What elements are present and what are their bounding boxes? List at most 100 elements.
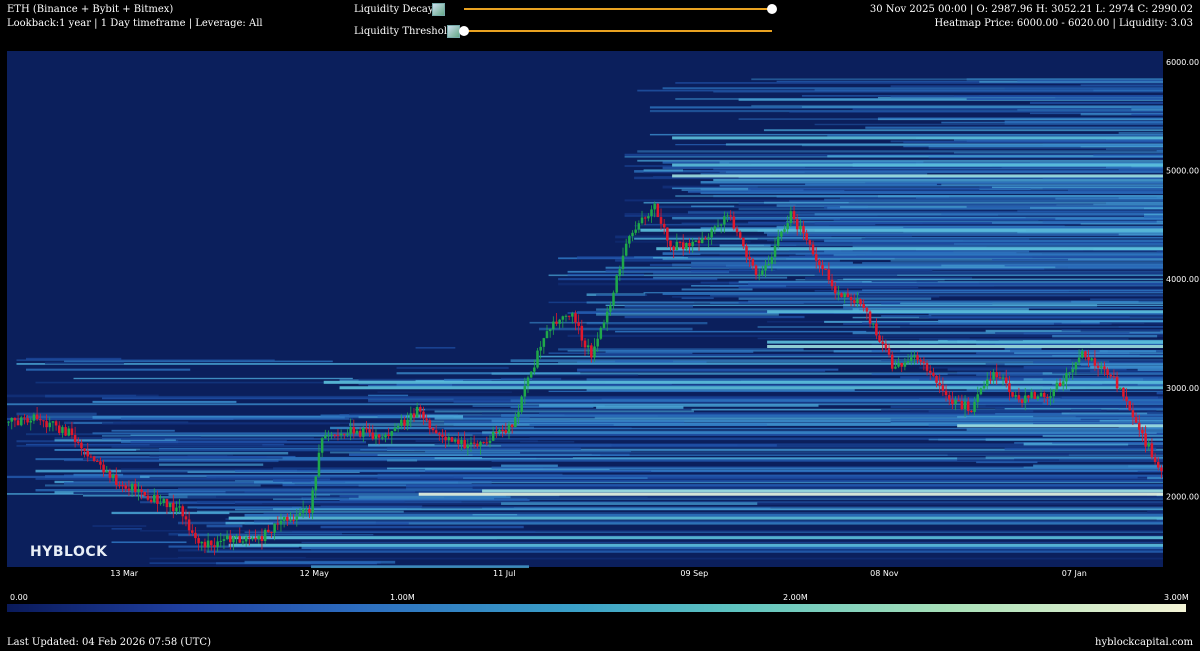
candle-body — [358, 430, 362, 437]
candle-body — [1115, 376, 1119, 389]
liquidity-threshold-label: Liquidity Threshold — [354, 26, 454, 37]
colorbar-tick-label: 1.00M — [390, 593, 415, 602]
liquidity-cell — [482, 456, 573, 459]
candle-body — [710, 229, 713, 238]
candle-body — [634, 229, 637, 233]
candle-body — [659, 217, 663, 224]
candle-body — [187, 519, 191, 531]
candle-body — [396, 425, 400, 428]
candle-body — [780, 231, 783, 237]
liquidity-cell — [415, 440, 538, 443]
candle-body — [7, 421, 10, 423]
candle-body — [520, 396, 523, 413]
candle-body — [960, 400, 964, 410]
candle-body — [108, 470, 112, 478]
candle-body — [146, 495, 150, 500]
liquidity-cell — [1147, 476, 1163, 480]
candle-body — [773, 245, 777, 257]
candle-body — [916, 355, 919, 360]
liquidity-cell — [865, 253, 1163, 256]
candle-body — [906, 361, 910, 363]
liquidity-cell — [1118, 374, 1163, 377]
liquidity-cell — [596, 406, 684, 409]
candle-body — [539, 346, 542, 351]
candle-body — [194, 532, 197, 539]
candle-body — [54, 421, 58, 426]
liquidity-band — [957, 424, 1163, 428]
candle-body — [153, 494, 156, 503]
candle-body — [662, 223, 666, 228]
candle-body — [830, 279, 834, 287]
candle-body — [995, 372, 998, 378]
liquidity-cell — [463, 417, 530, 420]
candle-body — [1084, 351, 1087, 358]
candle-body — [298, 512, 302, 517]
liquidity-cell — [1042, 378, 1163, 381]
candle-body — [875, 323, 878, 336]
liquidity-heatmap-chart[interactable]: 2000.00 3000.00 4000.00 5000.00 6000.00 13 M… — [0, 48, 1200, 580]
last-updated: Last Updated: 04 Feb 2026 07:58 (UTC) — [7, 637, 211, 648]
candle-body — [536, 350, 539, 368]
candle-body — [985, 379, 989, 387]
liquidity-threshold-thumb[interactable] — [459, 26, 469, 36]
liquidity-cell — [865, 182, 1163, 184]
candle-body — [944, 390, 948, 396]
candle-body — [504, 430, 508, 433]
heatmap-info: Heatmap Price: 6000.00 - 6020.00 | Liqui… — [934, 18, 1193, 29]
candle-body — [219, 540, 223, 542]
candle-body — [13, 417, 17, 421]
candle-body — [92, 456, 96, 461]
candle-body — [317, 452, 321, 477]
liquidity-band — [767, 344, 1163, 348]
candle-body — [818, 260, 821, 266]
candle-body — [786, 223, 789, 230]
site-link[interactable]: hyblockcapital.com — [1095, 637, 1193, 648]
candle-body — [976, 394, 979, 402]
hyblock-logo: HYBLOCK — [30, 544, 108, 560]
liquidity-cell — [966, 428, 1163, 431]
x-tick-label: 08 Nov — [870, 569, 899, 578]
liquidity-cell — [539, 327, 693, 331]
candle-body — [232, 537, 235, 543]
y-tick-label: 6000.00 — [1166, 58, 1199, 67]
candle-body — [1099, 366, 1103, 368]
candle-body — [1046, 396, 1049, 398]
liquidity-cell — [130, 436, 201, 438]
candle-body — [26, 418, 29, 423]
liquidity-cell — [320, 505, 423, 507]
liquidity-cell — [596, 294, 648, 296]
liquidity-cell — [1042, 143, 1163, 146]
candle-body — [45, 421, 48, 428]
candle-body — [989, 379, 992, 381]
x-tick-label: 09 Sep — [680, 569, 708, 578]
liquidity-cell — [1017, 79, 1163, 82]
liquidity-cell — [520, 399, 1163, 402]
liquidity-decay-slider[interactable] — [464, 8, 772, 10]
liquidity-cell — [1105, 202, 1163, 205]
candle-body — [1020, 399, 1024, 403]
candle-body — [596, 338, 599, 347]
candle-body — [241, 541, 245, 543]
liquidity-cell — [387, 447, 581, 451]
liquidity-cell — [1042, 220, 1163, 223]
liquidity-cell — [377, 473, 563, 476]
liquidity-cell — [1118, 168, 1163, 171]
liquidity-threshold-slider[interactable] — [464, 30, 772, 32]
liquidity-cell — [979, 95, 1163, 97]
candle-body — [609, 305, 612, 312]
liquidity-cell — [1156, 251, 1163, 253]
candle-body — [808, 240, 812, 245]
liquidity-cell — [1131, 108, 1163, 111]
candle-body — [42, 420, 45, 422]
liquidity-cell — [1109, 360, 1163, 363]
candle-body — [368, 429, 371, 433]
candle-body — [1112, 376, 1116, 378]
candle-body — [833, 286, 837, 294]
candle-body — [159, 503, 162, 505]
candle-body — [38, 419, 42, 421]
liquidity-decay-thumb[interactable] — [767, 4, 777, 14]
liquidity-band — [672, 136, 1163, 140]
candle-body — [362, 428, 365, 437]
candle-body — [979, 388, 983, 395]
liquidity-cell — [966, 417, 1163, 419]
